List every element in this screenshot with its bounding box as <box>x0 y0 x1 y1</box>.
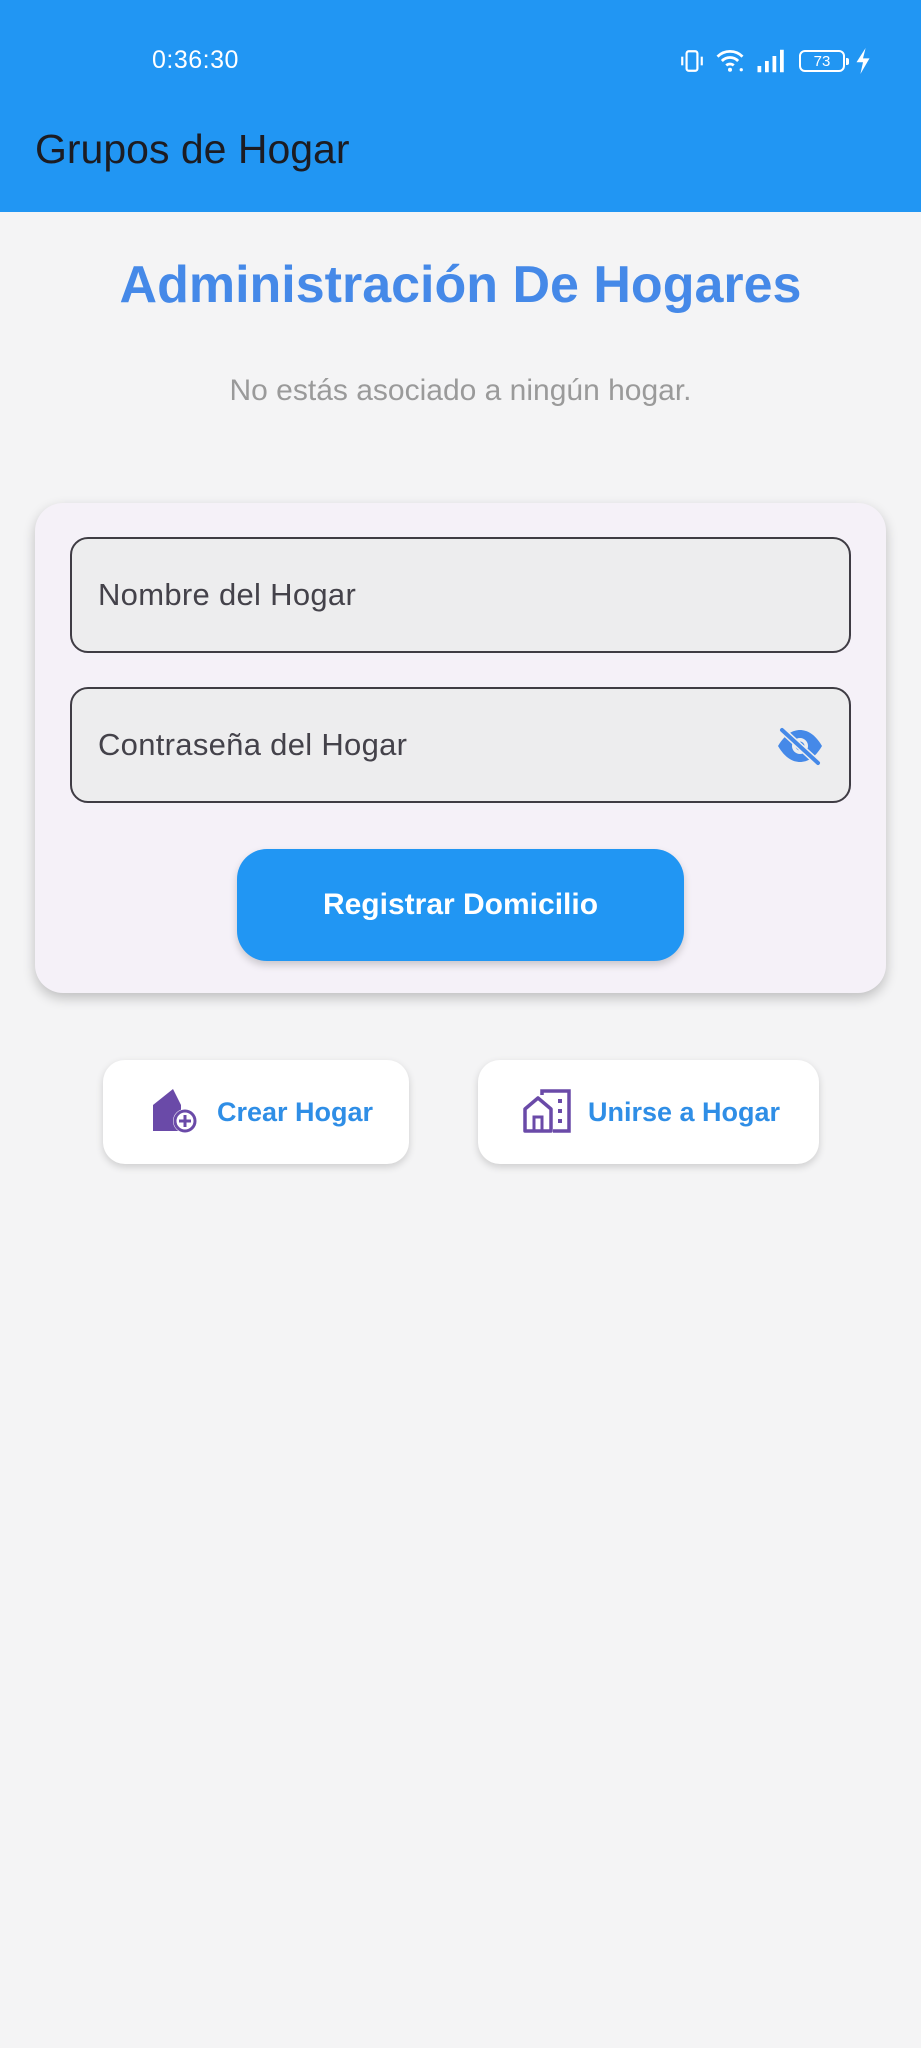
home-name-field[interactable] <box>70 537 851 653</box>
battery-icon: 73 <box>799 50 849 72</box>
home-password-input[interactable] <box>72 689 849 801</box>
create-home-button[interactable]: Crear Hogar <box>103 1060 409 1164</box>
charging-icon <box>855 48 871 74</box>
vibrate-icon <box>679 48 705 74</box>
register-home-card: Registrar Domicilio <box>35 503 886 993</box>
no-home-message: No estás asociado a ningún hogar. <box>229 374 692 407</box>
create-home-label: Crear Hogar <box>217 1096 374 1127</box>
app-bar-title: Grupos de Hogar <box>35 126 350 172</box>
home-password-field[interactable] <box>70 687 851 803</box>
join-home-label: Unirse a Hogar <box>588 1096 781 1127</box>
home-buildings-icon <box>522 1087 572 1137</box>
visibility-off-icon[interactable] <box>775 726 825 767</box>
status-icons: 73 <box>679 46 871 76</box>
register-home-button[interactable]: Registrar Domicilio <box>237 849 684 961</box>
status-time: 0:36:30 <box>152 46 239 74</box>
wifi-icon <box>715 48 745 74</box>
app-bar: 0:36:30 73 Grupos de Hogar <box>0 0 921 212</box>
add-home-icon <box>151 1087 201 1137</box>
signal-icon <box>755 48 785 74</box>
join-home-button[interactable]: Unirse a Hogar <box>478 1060 819 1164</box>
home-name-input[interactable] <box>72 539 849 651</box>
page-title: Administración De Hogares <box>119 256 802 314</box>
